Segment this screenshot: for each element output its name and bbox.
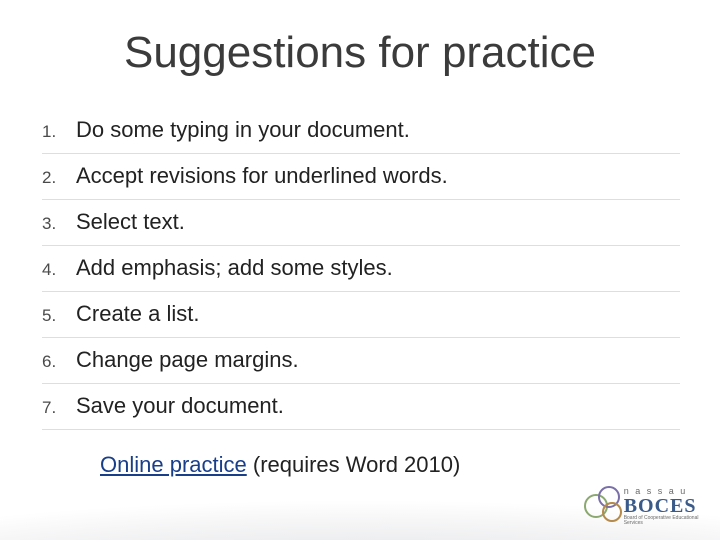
list-text: Select text.	[76, 209, 185, 235]
footer-suffix: (requires Word 2010)	[247, 452, 461, 477]
logo-sub-text: Board of Cooperative Educational Service…	[624, 516, 704, 526]
list-item: 2. Accept revisions for underlined words…	[42, 154, 680, 200]
list-number: 7.	[42, 398, 76, 418]
footer-line: Online practice (requires Word 2010)	[100, 452, 460, 478]
boces-logo: n a s s a u BOCES Board of Cooperative E…	[584, 484, 704, 528]
logo-text: n a s s a u BOCES Board of Cooperative E…	[624, 487, 704, 526]
list-text: Do some typing in your document.	[76, 117, 410, 143]
logo-rings-icon	[584, 486, 618, 526]
list-item: 5. Create a list.	[42, 292, 680, 338]
list-item: 3. Select text.	[42, 200, 680, 246]
list-item: 7. Save your document.	[42, 384, 680, 430]
online-practice-link[interactable]: Online practice	[100, 452, 247, 477]
list-text: Add emphasis; add some styles.	[76, 255, 393, 281]
list-number: 3.	[42, 214, 76, 234]
practice-list: 1. Do some typing in your document. 2. A…	[42, 108, 680, 430]
slide: Suggestions for practice 1. Do some typi…	[0, 0, 720, 540]
list-number: 5.	[42, 306, 76, 326]
list-number: 4.	[42, 260, 76, 280]
list-text: Accept revisions for underlined words.	[76, 163, 448, 189]
list-text: Change page margins.	[76, 347, 299, 373]
list-item: 6. Change page margins.	[42, 338, 680, 384]
list-number: 1.	[42, 122, 76, 142]
list-text: Create a list.	[76, 301, 200, 327]
list-text: Save your document.	[76, 393, 284, 419]
logo-boces-text: BOCES	[624, 496, 704, 516]
list-item: 4. Add emphasis; add some styles.	[42, 246, 680, 292]
list-number: 2.	[42, 168, 76, 188]
list-number: 6.	[42, 352, 76, 372]
list-item: 1. Do some typing in your document.	[42, 108, 680, 154]
page-title: Suggestions for practice	[0, 28, 720, 78]
